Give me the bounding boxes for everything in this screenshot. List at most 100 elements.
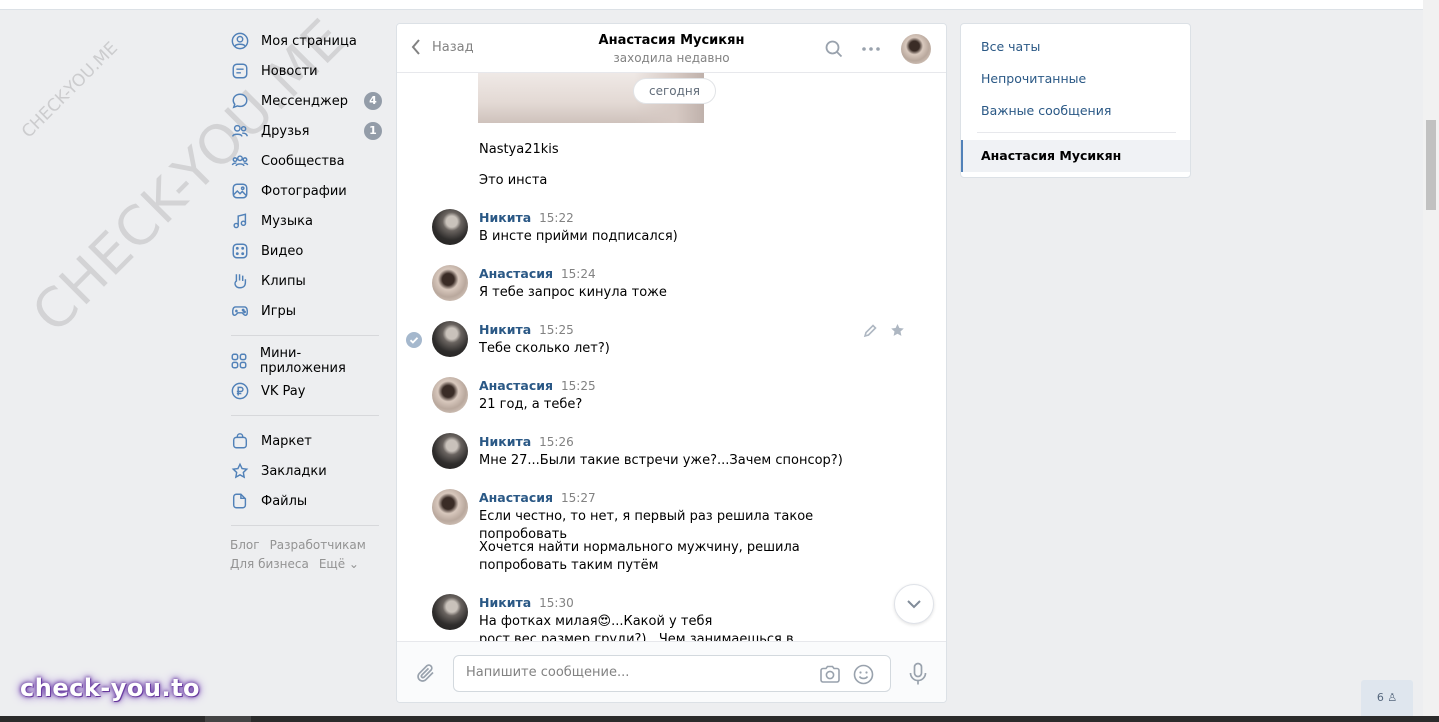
nav-music[interactable]: Музыка — [230, 206, 380, 236]
nav-files[interactable]: Файлы — [230, 486, 380, 516]
message-author[interactable]: Никита 15:30 — [479, 595, 574, 610]
watermark-small: CHECK-YOU.ME — [18, 38, 122, 143]
active-chat-tab[interactable]: Анастасия Мусикян — [961, 140, 1190, 172]
nav-label: Видео — [261, 243, 304, 259]
message-time: 15:22 — [539, 211, 574, 225]
footer-blog-link[interactable]: Блог — [230, 538, 260, 552]
news-icon — [230, 61, 250, 81]
nav-divider — [231, 525, 379, 526]
nav-games[interactable]: Игры — [230, 296, 380, 326]
author-avatar[interactable] — [432, 265, 468, 301]
nav-my-page[interactable]: Моя страница — [230, 26, 380, 56]
nav-friends[interactable]: Друзья 1 — [230, 116, 382, 146]
online-count: 6 — [1376, 691, 1384, 704]
message-text: Nastya21kis — [479, 142, 559, 157]
author-name[interactable]: Никита — [479, 595, 531, 610]
scrollbar-thumb[interactable] — [1426, 120, 1436, 210]
author-name[interactable]: Никита — [479, 322, 531, 337]
footer-dev-link[interactable]: Разработчикам — [270, 538, 366, 552]
nav-label: Музыка — [261, 213, 313, 229]
mini-apps-icon — [230, 351, 249, 371]
nav-label: VK Pay — [261, 383, 306, 399]
nav-photos[interactable]: Фотографии — [230, 176, 380, 206]
select-check-icon[interactable] — [406, 332, 422, 348]
message-author[interactable]: Анастасия 15:27 — [479, 490, 596, 505]
peer-avatar[interactable] — [901, 34, 931, 64]
message-text: На фотках милая😍...Какой у тебя рост,вес… — [479, 614, 794, 641]
bag-icon — [230, 431, 250, 451]
nav-label: Новости — [261, 63, 318, 79]
emoji-smile-icon[interactable] — [853, 664, 874, 685]
filter-all-chats[interactable]: Все чаты — [981, 39, 1040, 54]
message-author[interactable]: Никита 15:22 — [479, 210, 574, 225]
nav-market[interactable]: Маркет — [230, 426, 380, 456]
author-avatar[interactable] — [432, 489, 468, 525]
message-author[interactable]: Никита 15:26 — [479, 434, 574, 449]
message-text: 21 год, а тебе? — [479, 397, 583, 412]
message-author[interactable]: Анастасия 15:25 — [479, 378, 596, 393]
filter-important[interactable]: Важные сообщения — [981, 103, 1111, 118]
author-avatar[interactable] — [432, 433, 468, 469]
message-author[interactable]: Никита 15:25 — [479, 322, 574, 337]
star-icon[interactable] — [890, 323, 905, 338]
author-avatar[interactable] — [432, 321, 468, 357]
message-text: Это инста — [479, 173, 548, 188]
footer-more-link[interactable]: Ещё ⌄ — [319, 557, 359, 571]
author-name[interactable]: Никита — [479, 210, 531, 225]
nav-clips[interactable]: Клипы — [230, 266, 380, 296]
author-avatar[interactable] — [432, 209, 468, 245]
message-input-box[interactable] — [453, 655, 891, 692]
nav-vk-pay[interactable]: VK Pay — [230, 376, 380, 406]
more-icon[interactable] — [861, 40, 881, 58]
nav-mini-apps[interactable]: Мини-приложения — [230, 346, 380, 376]
nav-label: Клипы — [261, 273, 306, 289]
author-name[interactable]: Анастасия — [479, 266, 553, 281]
message-input[interactable] — [466, 665, 806, 680]
nav-divider — [231, 335, 379, 336]
nav-label: Игры — [261, 303, 297, 319]
nav-divider — [231, 415, 379, 416]
search-icon[interactable] — [825, 40, 843, 58]
chat-header: Назад Анастасия Мусикян заходила недавно — [397, 24, 946, 73]
taskbar-segment — [205, 716, 251, 722]
author-name[interactable]: Никита — [479, 434, 531, 449]
user-circle-icon — [230, 31, 250, 51]
taskbar-strip — [0, 716, 1439, 722]
date-separator: сегодня — [633, 78, 716, 104]
author-name[interactable]: Анастасия — [479, 378, 553, 393]
message-author[interactable]: Анастасия 15:24 — [479, 266, 596, 281]
photo-icon — [230, 181, 250, 201]
friends-badge: 1 — [364, 122, 382, 140]
scroll-down-button[interactable] — [894, 584, 934, 624]
attach-clip-icon[interactable] — [415, 662, 437, 684]
nav-news[interactable]: Новости — [230, 56, 380, 86]
page-scrollbar[interactable] — [1423, 0, 1439, 716]
ruble-icon — [230, 381, 250, 401]
filter-unread[interactable]: Непрочитанные — [981, 71, 1086, 86]
message-text: Я тебе запрос кинула тоже — [479, 285, 667, 300]
music-note-icon — [230, 211, 250, 231]
clips-icon — [230, 271, 250, 291]
nav-label: Друзья — [261, 123, 310, 139]
nav-communities[interactable]: Сообщества — [230, 146, 380, 176]
nav-bookmarks[interactable]: Закладки — [230, 456, 380, 486]
camera-icon[interactable] — [819, 664, 841, 684]
nav-messenger[interactable]: Мессенджер 4 — [230, 86, 382, 116]
nav-video[interactable]: Видео — [230, 236, 380, 266]
microphone-icon[interactable] — [907, 662, 929, 686]
left-nav: Моя страница Новости Мессенджер 4 Друзья… — [230, 26, 382, 574]
message-time: 15:27 — [561, 491, 596, 505]
author-avatar[interactable] — [432, 594, 468, 630]
author-avatar[interactable] — [432, 377, 468, 413]
footer-business-link[interactable]: Для бизнеса — [230, 557, 309, 571]
message-time: 15:25 — [561, 379, 596, 393]
author-name[interactable]: Анастасия — [479, 490, 553, 505]
nav-label: Сообщества — [261, 153, 345, 169]
message-time: 15:26 — [539, 435, 574, 449]
nav-label: Закладки — [261, 463, 327, 479]
footer-links: Блог Разработчикам Для бизнеса Ещё ⌄ — [230, 536, 380, 574]
message-text: Мне 27...Были такие встречи уже?...Зачем… — [479, 453, 843, 468]
edit-pencil-icon[interactable] — [863, 324, 877, 338]
online-friends-button[interactable]: 6 ♙ — [1361, 680, 1413, 716]
nav-label: Файлы — [261, 493, 308, 509]
